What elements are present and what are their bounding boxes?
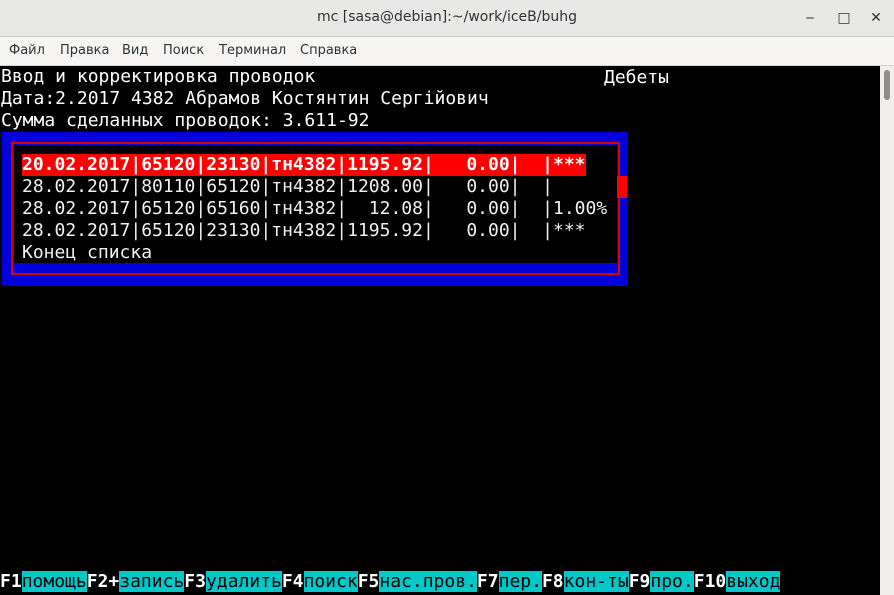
function-key-bar: F1помощьF2+записьF3удалитьF4поискF5нас.п…: [0, 571, 781, 593]
fkey-f10-label[interactable]: выход: [726, 571, 781, 592]
fkey-f8-label[interactable]: кон-ты: [563, 571, 629, 592]
fkey-f7[interactable]: F7: [477, 571, 499, 592]
terminal-area[interactable]: Ввод и корректировка проводок Дебеты Дат…: [0, 66, 880, 595]
fkey-f8[interactable]: F8: [542, 571, 564, 592]
fkey-f1-label[interactable]: помощь: [21, 571, 87, 592]
terminal-scrollbar[interactable]: [880, 66, 894, 595]
minimize-icon[interactable]: ‒: [800, 8, 820, 28]
scroll-marker: [617, 176, 627, 198]
fkey-f2[interactable]: F2+: [87, 571, 120, 592]
fkey-f5-label[interactable]: нас.пров.: [379, 571, 477, 592]
list-row[interactable]: 28.02.2017|65120|23130|тн4382|1195.92| 0…: [22, 220, 586, 242]
scrollbar-thumb[interactable]: [884, 70, 890, 100]
menu-search[interactable]: Поиск: [163, 43, 204, 58]
menu-view[interactable]: Вид: [122, 43, 148, 58]
list-end: Конец списка: [22, 242, 153, 263]
terminal-window: mc [sasa@debian]:~/work/iceB/buhg ‒ □ ✕ …: [0, 0, 894, 595]
window-title: mc [sasa@debian]:~/work/iceB/buhg: [317, 9, 577, 25]
list-row-selected[interactable]: 20.02.2017|65120|23130|тн4382|1195.92| 0…: [22, 154, 586, 176]
menu-terminal[interactable]: Терминал: [219, 43, 286, 58]
fkey-f3[interactable]: F3: [184, 571, 206, 592]
menu-file[interactable]: Файл: [9, 43, 45, 58]
header-title: Ввод и корректировка проводок: [1, 66, 316, 87]
title-bar: mc [sasa@debian]:~/work/iceB/buhg ‒ □ ✕: [0, 0, 894, 37]
fkey-f9-label[interactable]: про.: [650, 571, 694, 592]
fkey-f5[interactable]: F5: [358, 571, 380, 592]
fkey-f4-label[interactable]: поиск: [303, 571, 358, 592]
fkey-f3-label[interactable]: удалить: [205, 571, 282, 592]
header-debits: Дебеты: [604, 67, 670, 88]
fkey-f7-label[interactable]: пер.: [498, 571, 542, 592]
list-row[interactable]: 28.02.2017|65120|65160|тн4382| 12.08| 0.…: [22, 198, 607, 220]
fkey-f2-label[interactable]: запись: [119, 571, 185, 592]
list-row[interactable]: 28.02.2017|80110|65120|тн4382|1208.00| 0…: [22, 176, 553, 198]
menu-edit[interactable]: Правка: [60, 43, 109, 58]
close-icon[interactable]: ✕: [866, 8, 886, 28]
fkey-f9[interactable]: F9: [629, 571, 651, 592]
fkey-f1[interactable]: F1: [0, 571, 22, 592]
fkey-f4[interactable]: F4: [282, 571, 304, 592]
header-date-person: Дата:2.2017 4382 Абрамов Костянтин Сергі…: [1, 88, 489, 109]
maximize-icon[interactable]: □: [834, 8, 854, 28]
menu-bar: Файл Правка Вид Поиск Терминал Справка: [0, 37, 894, 66]
header-sum: Сумма сделанных проводок: 3.611-92: [1, 110, 370, 131]
menu-help[interactable]: Справка: [300, 43, 357, 58]
fkey-f10[interactable]: F10: [694, 571, 727, 592]
